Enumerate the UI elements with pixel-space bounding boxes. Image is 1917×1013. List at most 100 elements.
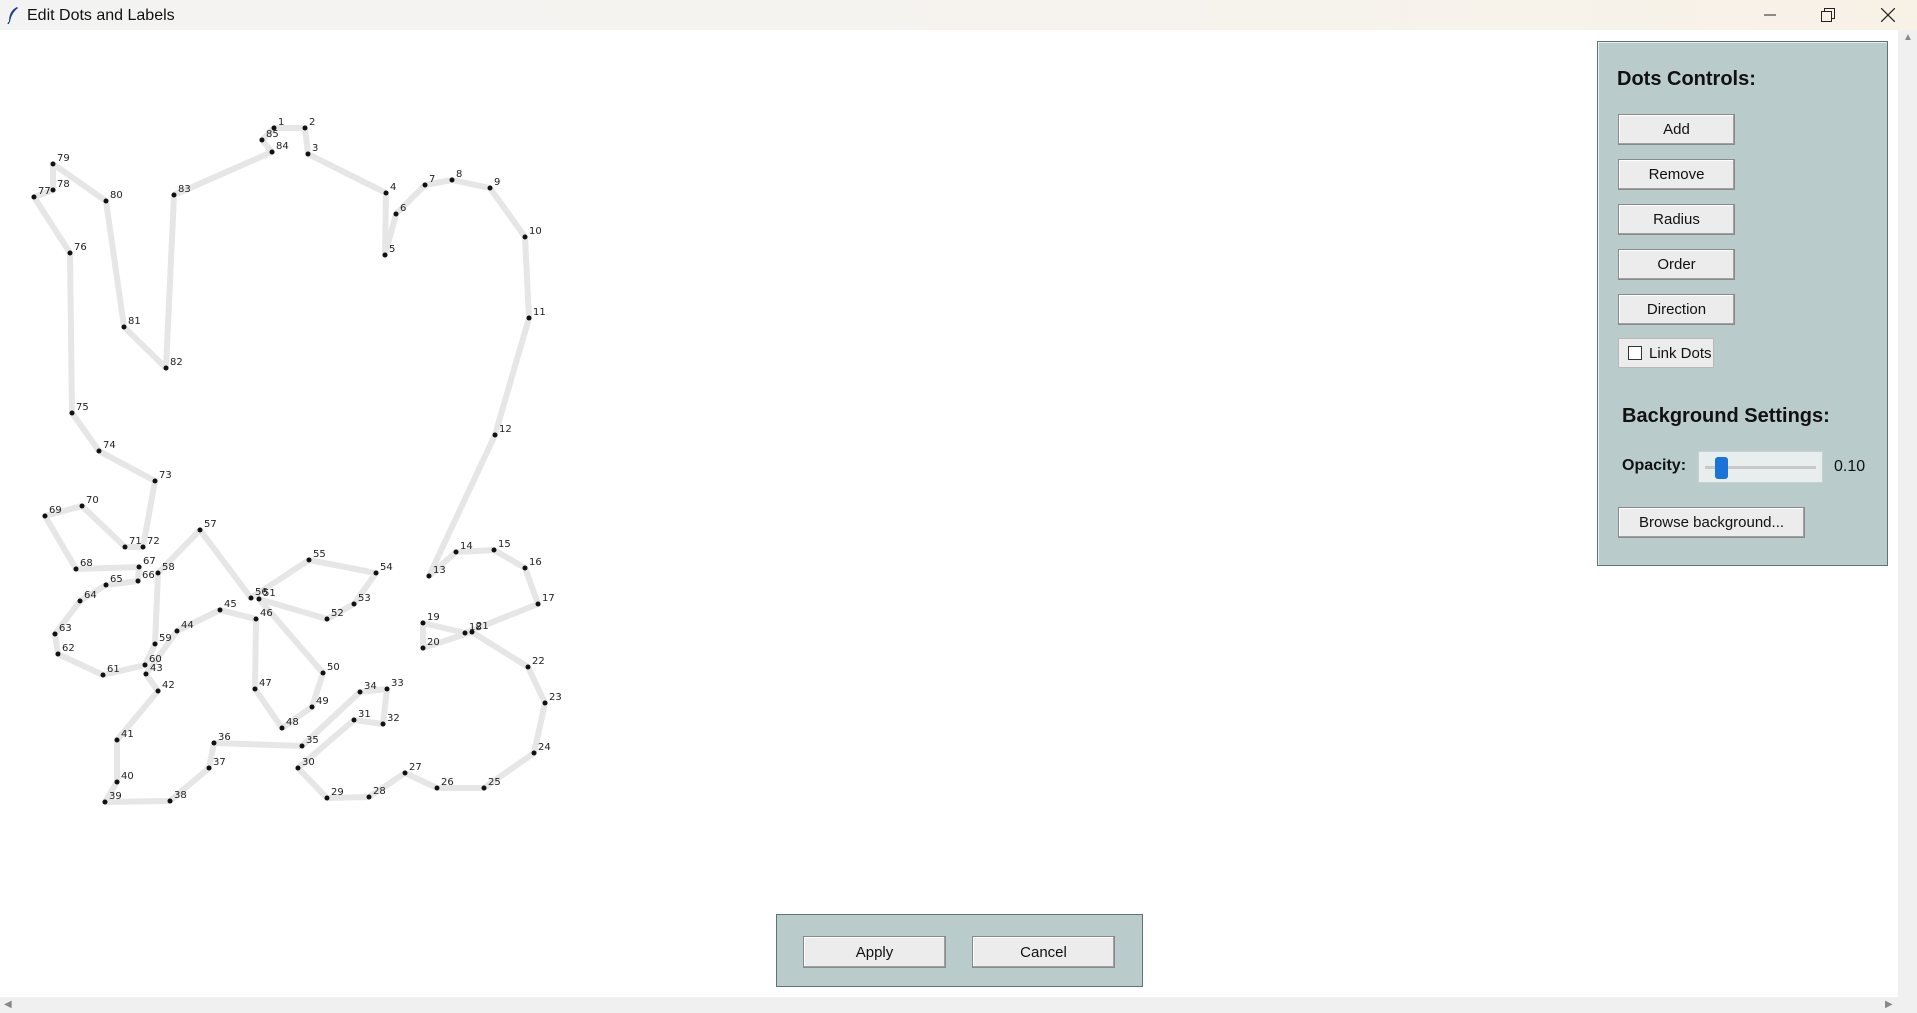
dot-46[interactable] [253,616,259,622]
dot-58[interactable] [155,570,161,576]
dot-42[interactable] [155,688,161,694]
scroll-right-icon[interactable]: ▶ [1885,999,1893,1010]
dot-26[interactable] [434,785,440,791]
dot-14[interactable] [453,549,459,555]
apply-button[interactable]: Apply [803,936,946,968]
scroll-up-icon[interactable]: ▲ [1903,32,1913,43]
dot-74[interactable] [96,448,102,454]
scroll-left-icon[interactable]: ◀ [4,999,12,1010]
cancel-button[interactable]: Cancel [972,936,1115,968]
browse-background-button[interactable]: Browse background... [1618,507,1805,538]
dot-60[interactable] [142,662,148,668]
dot-76[interactable] [67,250,73,256]
dot-65[interactable] [103,582,109,588]
dot-77[interactable] [31,194,37,200]
dot-72[interactable] [140,544,146,550]
dot-23[interactable] [542,700,548,706]
dot-10[interactable] [522,234,528,240]
dot-55[interactable] [306,557,312,563]
dot-40[interactable] [114,779,120,785]
dot-30[interactable] [295,765,301,771]
dot-53[interactable] [351,601,357,607]
dot-39[interactable] [102,799,108,805]
dot-33[interactable] [384,686,390,692]
dot-81[interactable] [121,324,127,330]
dot-56[interactable] [248,595,254,601]
dot-22[interactable] [525,664,531,670]
dot-21[interactable] [469,629,475,635]
dot-44[interactable] [174,628,180,634]
dot-41[interactable] [114,737,120,743]
dot-59[interactable] [152,641,158,647]
add-button[interactable]: Add [1618,114,1735,145]
dot-2[interactable] [302,125,308,131]
dot-15[interactable] [491,547,497,553]
dot-84[interactable] [269,149,275,155]
dot-34[interactable] [357,689,363,695]
dot-71[interactable] [122,544,128,550]
dot-3[interactable] [305,151,311,157]
opacity-slider-thumb[interactable] [1714,457,1728,479]
horizontal-scrollbar[interactable]: ◀ ▶ [0,997,1917,1013]
dot-50[interactable] [320,670,326,676]
dot-4[interactable] [383,190,389,196]
dot-27[interactable] [402,770,408,776]
dot-38[interactable] [167,798,173,804]
minimize-button[interactable] [1741,0,1799,30]
dot-28[interactable] [366,794,372,800]
dot-25[interactable] [481,785,487,791]
dot-61[interactable] [100,672,106,678]
dot-64[interactable] [77,598,83,604]
close-button[interactable] [1859,0,1917,30]
dot-6[interactable] [393,211,399,217]
dot-63[interactable] [52,631,58,637]
dot-12[interactable] [492,432,498,438]
dot-24[interactable] [531,750,537,756]
dot-80[interactable] [103,198,109,204]
dot-20[interactable] [420,645,426,651]
dot-67[interactable] [136,564,142,570]
dot-83[interactable] [171,192,177,198]
dot-52[interactable] [324,616,330,622]
dot-32[interactable] [380,721,386,727]
dot-85[interactable] [259,137,265,143]
dot-36[interactable] [211,740,217,746]
opacity-slider[interactable] [1698,451,1823,483]
dot-62[interactable] [55,651,61,657]
dot-29[interactable] [324,795,330,801]
dot-82[interactable] [163,365,169,371]
dot-8[interactable] [449,177,455,183]
dot-79[interactable] [50,161,56,167]
dot-37[interactable] [206,765,212,771]
dot-43[interactable] [143,671,149,677]
dot-70[interactable] [79,503,85,509]
dot-31[interactable] [351,717,357,723]
direction-button[interactable]: Direction [1618,294,1735,325]
dot-54[interactable] [373,570,379,576]
dot-35[interactable] [299,743,305,749]
dot-66[interactable] [135,578,141,584]
dot-49[interactable] [309,704,315,710]
dot-13[interactable] [426,573,432,579]
dot-75[interactable] [69,410,75,416]
dot-7[interactable] [422,182,428,188]
vertical-scrollbar[interactable]: ▲ ▼ [1898,30,1917,1011]
link-dots-checkbox[interactable]: Link Dots [1618,338,1714,368]
remove-button[interactable]: Remove [1618,159,1735,190]
dot-69[interactable] [42,513,48,519]
dot-5[interactable] [382,252,388,258]
dot-68[interactable] [73,566,79,572]
dot-18[interactable] [462,630,468,636]
dot-47[interactable] [252,686,258,692]
dot-19[interactable] [420,620,426,626]
dot-16[interactable] [522,565,528,571]
dot-45[interactable] [217,607,223,613]
radius-button[interactable]: Radius [1618,204,1735,235]
dot-57[interactable] [197,527,203,533]
link-dots-check-box[interactable] [1628,346,1642,360]
dot-11[interactable] [526,315,532,321]
dot-9[interactable] [487,185,493,191]
order-button[interactable]: Order [1618,249,1735,280]
dot-78[interactable] [50,187,56,193]
restore-button[interactable] [1799,0,1857,30]
